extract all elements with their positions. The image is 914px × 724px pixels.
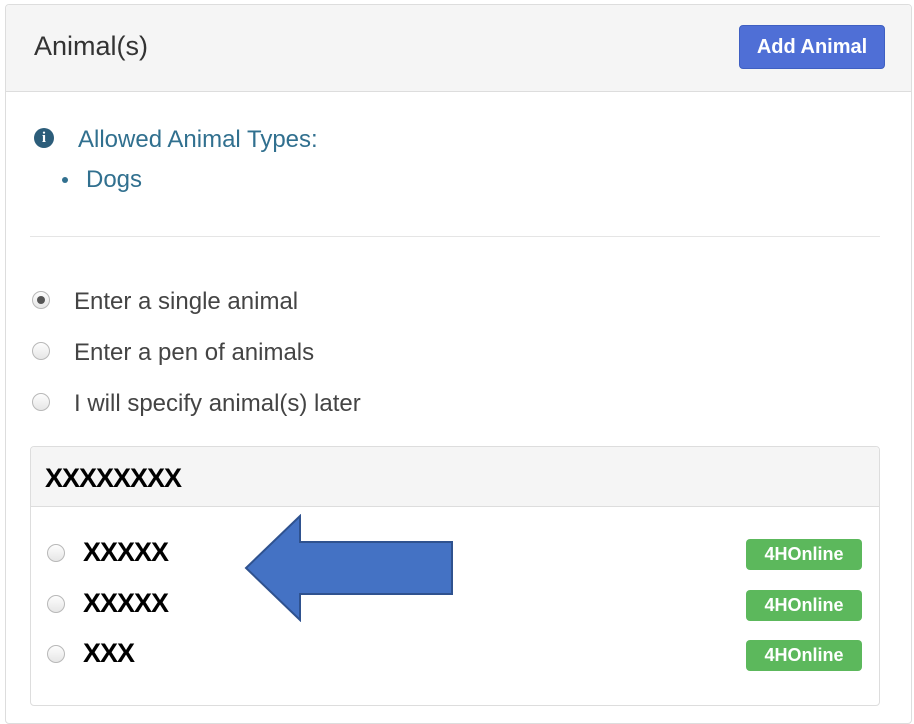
panel-heading: Animal(s) Add Animal bbox=[6, 5, 911, 92]
option-label: Enter a pen of animals bbox=[74, 339, 315, 366]
option-label: Enter a single animal bbox=[74, 288, 299, 315]
allowed-type-label: Dogs bbox=[86, 166, 143, 193]
radio-button-selected[interactable] bbox=[32, 291, 50, 309]
allowed-types-label: Allowed Animal Types: bbox=[78, 126, 318, 153]
panel-title: Animal(s) bbox=[34, 31, 149, 61]
animal-row[interactable]: XXX 4HOnline bbox=[47, 636, 862, 672]
add-animal-button[interactable]: Add Animal bbox=[739, 25, 885, 69]
radio-button[interactable] bbox=[47, 645, 65, 663]
animal-selection-heading: XXXXXXXX bbox=[31, 447, 879, 507]
source-badge: 4HOnline bbox=[746, 640, 862, 671]
animal-name: XXXXX bbox=[83, 588, 169, 618]
radio-button[interactable] bbox=[32, 393, 50, 411]
source-badge: 4HOnline bbox=[746, 539, 862, 570]
allowed-type-item: Dogs bbox=[62, 166, 143, 194]
allowed-types-list: Dogs bbox=[62, 166, 143, 194]
arrow-shape bbox=[244, 514, 453, 622]
source-badge: 4HOnline bbox=[746, 590, 862, 621]
animal-name: XXX bbox=[83, 638, 135, 668]
animal-name: XXXXX bbox=[83, 537, 169, 567]
animal-selection-title: XXXXXXXX bbox=[45, 463, 182, 493]
option-label: I will specify animal(s) later bbox=[74, 390, 361, 417]
bullet-icon bbox=[62, 177, 68, 183]
divider bbox=[30, 236, 880, 237]
radio-button[interactable] bbox=[47, 595, 65, 613]
info-circle-icon: i bbox=[34, 128, 54, 148]
radio-button[interactable] bbox=[32, 342, 50, 360]
left-arrow-icon bbox=[244, 514, 453, 622]
radio-button[interactable] bbox=[47, 544, 65, 562]
